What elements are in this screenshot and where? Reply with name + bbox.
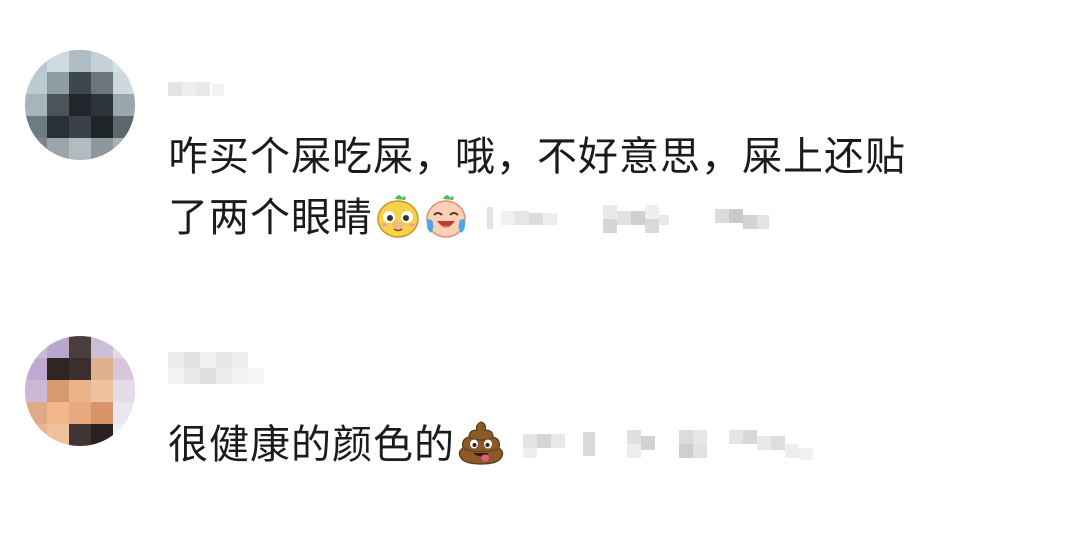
user-avatar[interactable]: [25, 50, 135, 160]
user-avatar[interactable]: [25, 336, 135, 446]
username-blurred[interactable]: [168, 352, 264, 392]
comment-text-line-1: 很健康的颜色的: [168, 422, 455, 468]
comment-text-line-2: 了两个眼睛: [168, 195, 373, 241]
laughing-crying-face-emoji: [423, 193, 469, 250]
poop-emoji: [457, 418, 505, 477]
comment-text-line-2-row: 了两个眼睛: [168, 193, 783, 250]
comment-meta-blurred: [519, 420, 829, 464]
comment-text-line-1: 咋买个屎吃屎，哦，不好意思，屎上还贴: [168, 134, 906, 180]
comment-meta-blurred: [483, 197, 783, 237]
username-blurred[interactable]: [168, 78, 228, 100]
comment-text-line-1-row: 很健康的颜色的: [168, 418, 829, 477]
yellow-dog-face-emoji: [375, 193, 421, 250]
